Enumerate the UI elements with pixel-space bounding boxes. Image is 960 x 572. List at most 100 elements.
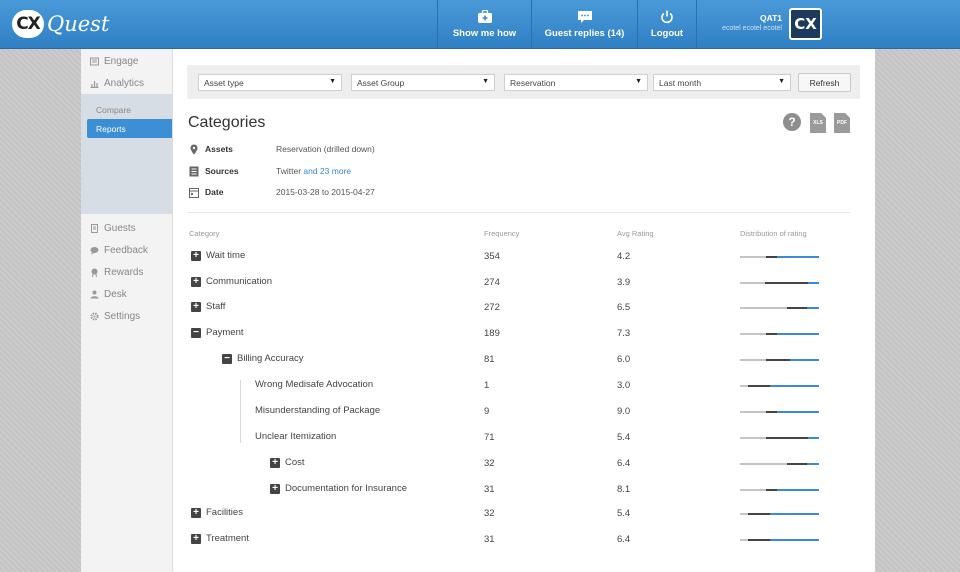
sidebar-item-guests[interactable]: Guests	[81, 217, 172, 239]
frequency-cell: 189	[484, 328, 500, 339]
high-rating-segment	[807, 307, 819, 309]
header-category: Category	[189, 229, 220, 238]
sidebar-item-compare[interactable]: Compare	[81, 100, 172, 119]
power-icon	[661, 10, 673, 24]
expand-icon[interactable]: +	[191, 507, 201, 518]
category-cell: Unclear Itemization	[255, 431, 336, 442]
category-cell: − Billing Accuracy	[222, 353, 304, 364]
table-row[interactable]: + Cost 32 6.4	[173, 457, 875, 471]
calendar-icon	[189, 187, 199, 198]
category-cell: Misunderstanding of Package	[255, 405, 380, 416]
low-rating-segment	[740, 539, 748, 541]
table-row[interactable]: + Wait time 354 4.2	[173, 250, 875, 264]
logo-badge: CX	[12, 10, 44, 38]
category-name: Treatment	[206, 533, 249, 544]
expand-icon[interactable]: +	[191, 533, 201, 544]
user-name: QAT1	[759, 13, 782, 23]
briefcase-plus-icon	[477, 10, 492, 23]
table-row: Misunderstanding of Package 9 9.0	[173, 405, 875, 419]
avatar[interactable]: CX	[789, 8, 822, 40]
sidebar-item-rewards[interactable]: Rewards	[81, 261, 172, 283]
sidebar-item-desk[interactable]: Desk	[81, 283, 172, 305]
sidebar-item-label: Analytics	[104, 77, 145, 89]
engage-icon	[90, 57, 99, 65]
refresh-button[interactable]: Refresh	[798, 73, 851, 92]
expand-icon[interactable]: +	[191, 276, 201, 287]
expand-icon[interactable]: +	[270, 457, 280, 468]
frequency-cell: 9	[484, 406, 490, 417]
rating-distribution-bar	[740, 307, 819, 309]
sidebar-item-label: Guests	[104, 222, 136, 234]
high-rating-segment	[777, 333, 819, 335]
category-name: Payment	[206, 327, 244, 338]
avg-rating-cell: 6.4	[617, 458, 631, 469]
asset-select[interactable]: Reservation ▼	[504, 74, 648, 91]
high-rating-segment	[777, 411, 819, 413]
sources-more-link[interactable]: and 23 more	[303, 166, 351, 176]
expand-icon[interactable]: +	[191, 250, 201, 261]
asset-type-select[interactable]: Asset type ▼	[198, 74, 342, 91]
sources-icon	[189, 166, 199, 176]
rating-distribution-bar	[740, 411, 819, 413]
category-cell: + Facilities	[191, 507, 243, 518]
chat-bubble-icon	[577, 11, 592, 23]
expand-icon[interactable]: +	[270, 483, 280, 494]
logout-button[interactable]: Logout	[637, 0, 696, 49]
chevron-down-icon: ▼	[482, 78, 489, 85]
export-pdf-icon[interactable]: PDF	[834, 113, 850, 133]
category-name: Cost	[285, 457, 305, 468]
guests-icon	[91, 223, 98, 233]
period-select[interactable]: Last month ▼	[653, 74, 791, 91]
table-row[interactable]: − Billing Accuracy 81 6.0	[173, 353, 875, 367]
table-row[interactable]: + Treatment 31 6.4	[173, 533, 875, 547]
chevron-down-icon: ▼	[778, 78, 785, 85]
avg-rating-cell: 3.9	[617, 277, 631, 288]
guest-replies-button[interactable]: Guest replies (14)	[531, 0, 637, 49]
rating-distribution-bar	[740, 385, 819, 387]
assets-value: Reservation (drilled down)	[276, 144, 375, 154]
sidebar-item-engage[interactable]: Engage	[81, 50, 172, 72]
frequency-cell: 81	[484, 354, 495, 365]
sidebar-item-analytics[interactable]: Analytics	[81, 72, 172, 94]
sidebar-item-feedback[interactable]: Feedback	[81, 239, 172, 261]
category-name: Unclear Itemization	[255, 431, 337, 442]
rating-distribution-bar	[740, 539, 819, 541]
collapse-icon[interactable]: −	[191, 327, 201, 338]
table-row[interactable]: + Communication 274 3.9	[173, 276, 875, 290]
table-row: Wrong Medisafe Advocation 1 3.0	[173, 379, 875, 393]
user-menu[interactable]: QAT1 ecotel ecotel ecotel CX	[696, 0, 830, 49]
low-rating-segment	[740, 333, 767, 335]
app-logo[interactable]: CX Quest	[12, 9, 109, 39]
low-rating-segment	[740, 385, 748, 387]
rating-distribution-bar	[740, 513, 819, 515]
mid-rating-segment	[766, 359, 790, 361]
high-rating-segment	[807, 437, 819, 439]
asset-group-select[interactable]: Asset Group ▼	[351, 74, 495, 91]
category-name: Wait time	[206, 250, 246, 261]
top-nav: Show me how Guest replies (14) Logout	[437, 0, 696, 49]
low-rating-segment	[740, 463, 788, 465]
show-me-how-button[interactable]: Show me how	[437, 0, 531, 49]
sources-value: Twitter and 23 more	[276, 166, 351, 176]
avg-rating-cell: 6.4	[617, 534, 631, 545]
location-pin-icon	[190, 144, 198, 154]
sidebar-item-reports[interactable]: Reports	[87, 119, 172, 138]
expand-icon[interactable]: +	[191, 301, 201, 312]
export-xls-icon[interactable]: XLS	[810, 113, 826, 133]
rating-distribution-bar	[740, 333, 819, 335]
frequency-cell: 32	[484, 508, 495, 519]
meta-sources: Sources Twitter and 23 more	[189, 165, 351, 177]
sidebar-item-settings[interactable]: Settings	[81, 305, 172, 327]
mid-rating-segment	[766, 489, 778, 491]
rating-distribution-bar	[740, 437, 819, 439]
table-row[interactable]: + Staff 272 6.5	[173, 301, 875, 315]
category-cell: Wrong Medisafe Advocation	[255, 379, 373, 390]
collapse-icon[interactable]: −	[222, 353, 232, 364]
help-icon[interactable]: ?	[783, 113, 801, 131]
header-frequency: Frequency	[484, 229, 520, 238]
table-row[interactable]: + Documentation for Insurance 31 8.1	[173, 483, 875, 497]
avg-rating-cell: 8.1	[617, 484, 631, 495]
table-row[interactable]: + Facilities 32 5.4	[173, 507, 875, 521]
analytics-icon	[90, 80, 99, 88]
table-row[interactable]: − Payment 189 7.3	[173, 327, 875, 341]
